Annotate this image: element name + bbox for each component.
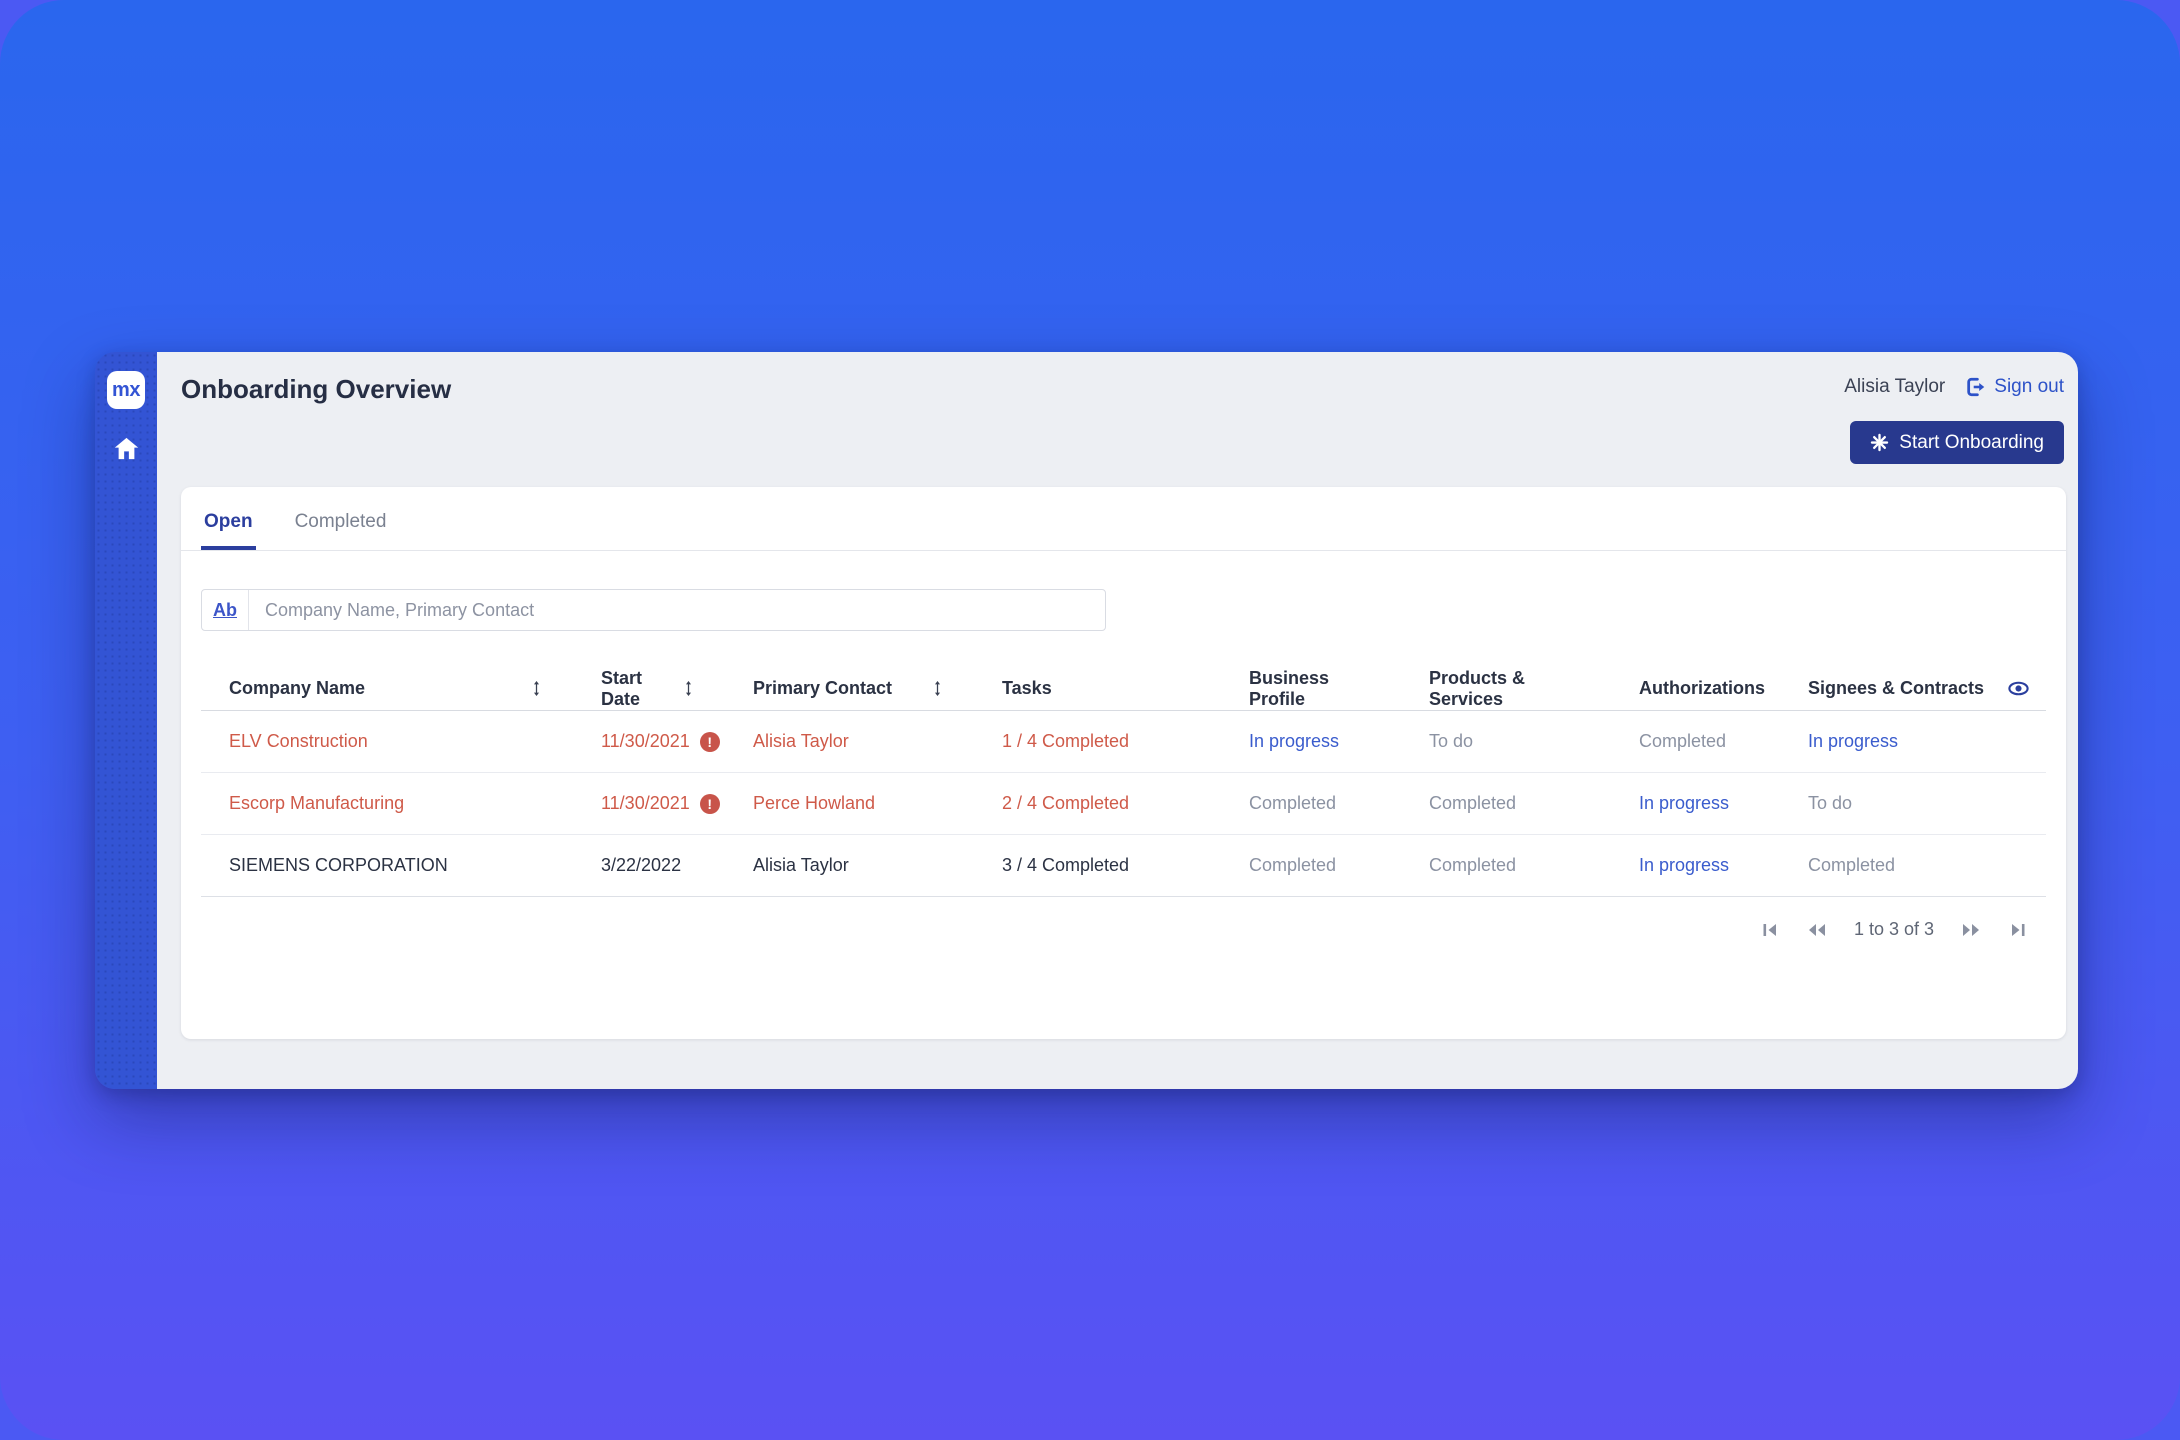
start-onboarding-button[interactable]: Start Onboarding: [1850, 421, 2064, 464]
pagination-range-label: 1 to 3 of 3: [1854, 919, 1934, 940]
app-window: mx Onboarding Overview Alisia Taylor: [95, 352, 2078, 1089]
column-header-company[interactable]: Company Name: [201, 678, 601, 699]
sidebar-item-home[interactable]: [111, 433, 141, 463]
cell-primary-contact: Alisia Taylor: [753, 731, 1002, 752]
cell-primary-contact: Alisia Taylor: [753, 855, 1002, 876]
tab-bar: Open Completed: [181, 487, 2066, 551]
cell-business-profile: Completed: [1249, 855, 1429, 876]
cell-products-services: To do: [1429, 731, 1639, 752]
user-name: Alisia Taylor: [1844, 376, 1945, 398]
top-bar: Onboarding Overview Alisia Taylor Sign o…: [157, 352, 2078, 405]
table-row[interactable]: Escorp Manufacturing 11/30/2021 ! Perce …: [201, 773, 2046, 835]
warning-icon: !: [700, 732, 720, 752]
cell-primary-contact: Perce Howland: [753, 793, 1002, 814]
cell-tasks: 1 / 4 Completed: [1002, 731, 1249, 752]
column-header-authorizations: Authorizations: [1639, 678, 1808, 699]
page-title: Onboarding Overview: [181, 374, 451, 405]
column-visibility-eye-icon[interactable]: [2007, 677, 2030, 700]
start-onboarding-label: Start Onboarding: [1899, 432, 2044, 454]
sign-out-icon: [1965, 376, 1987, 398]
column-header-start-date[interactable]: Start Date: [601, 668, 753, 710]
cell-company: ELV Construction: [201, 731, 601, 752]
sidebar: mx: [95, 352, 157, 1089]
home-icon: [113, 435, 140, 462]
column-header-signees-contracts: Signees & Contracts: [1808, 677, 2046, 700]
cell-start-date: 11/30/2021 !: [601, 793, 753, 814]
sort-icon-start-date[interactable]: [679, 679, 698, 698]
user-area: Alisia Taylor Sign out: [1844, 374, 2064, 398]
table-row[interactable]: ELV Construction 11/30/2021 ! Alisia Tay…: [201, 711, 2046, 773]
search-box: Ab: [201, 589, 1106, 631]
cell-start-date: 3/22/2022: [601, 855, 753, 876]
overview-card: Open Completed Ab Company Name: [181, 487, 2066, 1039]
action-row: Start Onboarding: [157, 405, 2078, 464]
sort-icon-primary-contact[interactable]: [928, 679, 947, 698]
pagination: 1 to 3 of 3: [181, 919, 2028, 940]
cell-company: SIEMENS CORPORATION: [201, 855, 601, 876]
onboarding-table: Company Name Start Date: [201, 667, 2046, 897]
table-header-row: Company Name Start Date: [201, 667, 2046, 711]
page-background: mx Onboarding Overview Alisia Taylor: [0, 0, 2180, 1440]
mendix-logo-text: mx: [112, 379, 140, 402]
table-row[interactable]: SIEMENS CORPORATION 3/22/2022 Alisia Tay…: [201, 835, 2046, 897]
pagination-previous-button[interactable]: [1806, 920, 1828, 940]
mendix-logo: mx: [107, 371, 145, 409]
column-header-business-profile: Business Profile: [1249, 668, 1429, 710]
cell-business-profile: Completed: [1249, 793, 1429, 814]
main-content: Onboarding Overview Alisia Taylor Sign o…: [157, 352, 2078, 1089]
cell-tasks: 2 / 4 Completed: [1002, 793, 1249, 814]
pagination-first-button[interactable]: [1760, 920, 1780, 940]
cell-company: Escorp Manufacturing: [201, 793, 601, 814]
tab-completed[interactable]: Completed: [292, 487, 390, 550]
cell-signees-contracts: In progress: [1808, 731, 2046, 752]
cell-authorizations: Completed: [1639, 731, 1808, 752]
column-header-primary-contact[interactable]: Primary Contact: [753, 678, 1002, 699]
column-header-tasks: Tasks: [1002, 678, 1249, 699]
sign-out-label: Sign out: [1994, 376, 2064, 398]
sign-out-button[interactable]: Sign out: [1965, 376, 2064, 398]
cell-products-services: Completed: [1429, 855, 1639, 876]
cell-signees-contracts: Completed: [1808, 855, 2046, 876]
cell-authorizations: In progress: [1639, 793, 1808, 814]
tab-open[interactable]: Open: [201, 487, 256, 550]
sort-icon-company[interactable]: [527, 679, 546, 698]
cell-business-profile: In progress: [1249, 731, 1429, 752]
pagination-next-button[interactable]: [1960, 920, 1982, 940]
spark-icon: [1870, 433, 1889, 452]
cell-signees-contracts: To do: [1808, 793, 2046, 814]
cell-tasks: 3 / 4 Completed: [1002, 855, 1249, 876]
text-filter-icon: Ab: [202, 590, 249, 630]
column-header-products-services: Products & Services: [1429, 668, 1639, 710]
cell-authorizations: In progress: [1639, 855, 1808, 876]
cell-products-services: Completed: [1429, 793, 1639, 814]
cell-start-date: 11/30/2021 !: [601, 731, 753, 752]
pagination-last-button[interactable]: [2008, 920, 2028, 940]
search-input[interactable]: [249, 590, 1105, 630]
warning-icon: !: [700, 794, 720, 814]
